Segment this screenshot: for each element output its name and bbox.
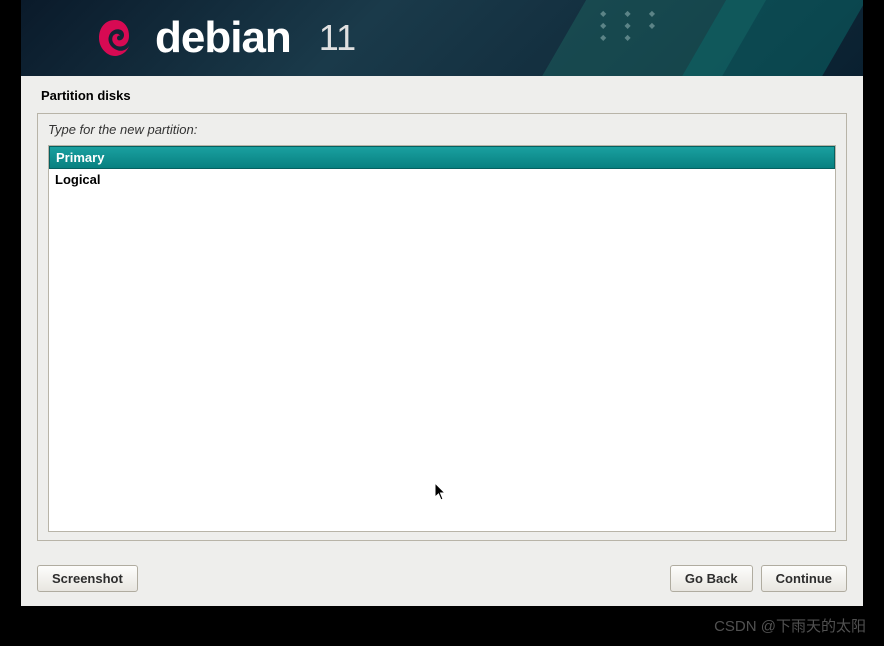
main-panel: Type for the new partition: PrimaryLogic…	[37, 113, 847, 541]
header-decoration	[513, 0, 863, 76]
partition-type-listbox[interactable]: PrimaryLogical	[48, 145, 836, 532]
prompt-label: Type for the new partition:	[48, 122, 836, 137]
brand-name: debian	[155, 13, 291, 63]
watermark-text: CSDN @下雨天的太阳	[714, 615, 866, 636]
screenshot-button[interactable]: Screenshot	[37, 565, 138, 592]
installer-window: ◆ ◆ ◆◆ ◆ ◆◆ ◆ debian 11 Partition disks …	[21, 0, 863, 606]
brand-version: 11	[319, 17, 356, 59]
button-bar: Screenshot Go Back Continue	[21, 553, 863, 606]
page-title: Partition disks	[41, 88, 847, 103]
list-item-primary[interactable]: Primary	[49, 146, 835, 169]
debian-logo: debian 11	[91, 13, 356, 63]
continue-button[interactable]: Continue	[761, 565, 847, 592]
spacer	[146, 565, 662, 592]
content-area: Partition disks Type for the new partiti…	[21, 76, 863, 553]
header-dots-decoration: ◆ ◆ ◆◆ ◆ ◆◆ ◆	[600, 8, 663, 44]
header-banner: ◆ ◆ ◆◆ ◆ ◆◆ ◆ debian 11	[21, 0, 863, 76]
go-back-button[interactable]: Go Back	[670, 565, 753, 592]
list-item-logical[interactable]: Logical	[49, 169, 835, 190]
debian-swirl-icon	[91, 14, 139, 62]
